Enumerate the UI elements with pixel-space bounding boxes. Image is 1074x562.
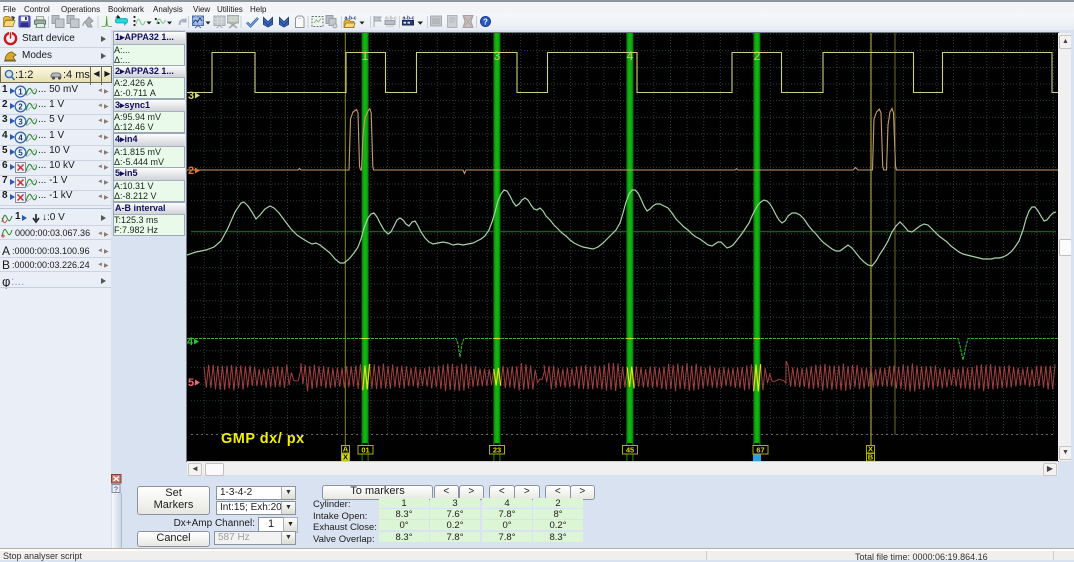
svg-text:5: 5 [188,377,194,389]
svg-text:B: B [868,453,874,462]
svg-text:X: X [343,453,348,462]
svg-text:1: 1 [362,49,369,63]
svg-text:2: 2 [188,165,194,177]
svg-text:4: 4 [18,134,23,143]
svg-text:67: 67 [756,446,764,455]
svg-text:1: 1 [18,88,23,97]
svg-text:2: 2 [754,49,761,63]
svg-text:4: 4 [627,49,634,63]
svg-text:?: ? [483,18,488,27]
svg-text:4: 4 [187,336,194,348]
svg-text:GMP dx/ px: GMP dx/ px [221,431,305,447]
svg-text:3: 3 [188,90,194,102]
svg-text:45: 45 [626,446,634,455]
svg-text:3: 3 [18,118,23,127]
svg-text:2: 2 [18,103,23,112]
svg-text:5: 5 [18,149,23,158]
svg-text:23: 23 [493,446,501,455]
svg-text:01: 01 [361,446,369,455]
svg-text:3: 3 [494,49,501,63]
